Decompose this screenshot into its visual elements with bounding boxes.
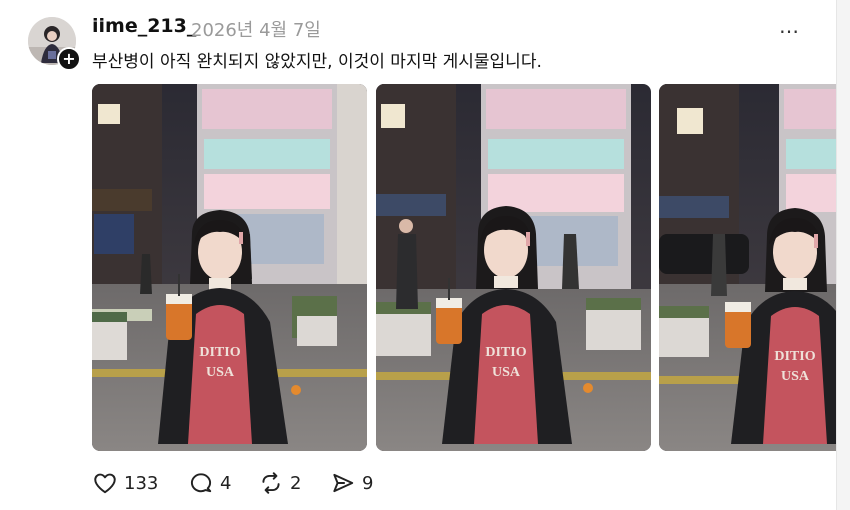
svg-text:DITIO: DITIO (199, 345, 240, 360)
photo-1-image: DITIO USA (92, 84, 367, 451)
like-button[interactable]: 133 (92, 468, 158, 498)
follow-plus-icon[interactable]: + (57, 47, 81, 71)
photo-3[interactable]: DITIO USA (659, 84, 836, 451)
svg-text:DITIO: DITIO (485, 345, 526, 360)
share-count: 9 (362, 472, 374, 494)
photo-3-image: DITIO USA (659, 84, 836, 451)
photo-1[interactable]: DITIO USA (92, 84, 367, 451)
comment-button[interactable]: 4 (188, 468, 231, 498)
photo-carousel[interactable]: DITIO USA DITIO USA DITIO USA (92, 84, 836, 451)
svg-text:DITIO: DITIO (774, 349, 815, 364)
svg-text:USA: USA (781, 369, 810, 384)
post-card: + iime_213_ 2026년 4월 7일 … 부산병이 아직 완치되지 않… (0, 0, 837, 510)
send-icon (333, 473, 354, 493)
photo-2-image: DITIO USA (376, 84, 651, 451)
post-date[interactable]: 2026년 4월 7일 (191, 16, 321, 42)
photo-2[interactable]: DITIO USA (376, 84, 651, 451)
repost-icon (262, 472, 280, 494)
share-button[interactable]: 9 (330, 468, 373, 498)
post-caption: 부산병이 아직 완치되지 않았지만, 이것이 마지막 게시물입니다. (92, 52, 542, 72)
avatar-container[interactable]: + (28, 17, 81, 71)
comment-icon (190, 473, 212, 493)
repost-count: 2 (290, 472, 302, 494)
more-options-icon[interactable]: … (779, 14, 800, 38)
comment-count: 4 (220, 472, 232, 494)
svg-text:USA: USA (206, 365, 235, 380)
username[interactable]: iime_213_ (92, 15, 196, 37)
like-count: 133 (124, 472, 159, 494)
repost-button[interactable]: 2 (258, 468, 301, 498)
heart-icon (94, 473, 116, 494)
svg-text:USA: USA (492, 365, 521, 380)
